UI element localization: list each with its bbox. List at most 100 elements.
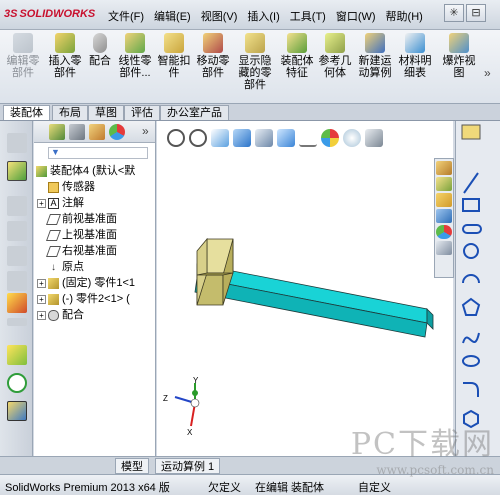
design-library-icon[interactable]	[436, 177, 452, 191]
exploded-view-button[interactable]: 爆炸视 图	[440, 33, 478, 79]
menu-window[interactable]: 窗口(W)	[336, 8, 376, 24]
expand-part2-icon[interactable]: +	[37, 294, 46, 304]
smart-dimension-icon[interactable]	[461, 124, 481, 140]
polygon-icon[interactable]	[461, 297, 481, 316]
tree-item-annotations[interactable]: + A 注解	[36, 195, 135, 211]
triad-z-label: Z	[163, 394, 168, 403]
command-manager: 编辑零 部件 插入零 部件 配合 线性零 部件... 智能扣 件 移动零 部件 …	[0, 30, 500, 104]
edit-component-icon	[13, 33, 33, 53]
tree-filter-input[interactable]: ▼	[48, 147, 148, 159]
triad-y-label: Y	[193, 376, 199, 385]
tab-office-products[interactable]: 办公室产品	[160, 105, 229, 120]
more-tabs-icon[interactable]: »	[142, 124, 149, 138]
menu-file[interactable]: 文件(F)	[108, 8, 144, 24]
mate-button[interactable]: 配合	[86, 33, 114, 67]
filter-icon: ▼	[51, 147, 60, 157]
configuration-manager-tab-icon[interactable]	[89, 124, 105, 140]
custom-properties-icon[interactable]	[436, 241, 452, 255]
curve-icon[interactable]	[7, 373, 27, 393]
circle-icon[interactable]	[463, 243, 479, 259]
graphics-area[interactable]: Y Z X	[157, 121, 453, 456]
move-component-icon	[203, 33, 223, 53]
fillet-icon[interactable]	[463, 382, 479, 397]
status-product: SolidWorks Premium 2013 x64 版	[5, 482, 170, 494]
tree-item-part1[interactable]: + (固定) 零件1<1	[36, 275, 135, 291]
appearance-tab-icon[interactable]	[109, 124, 125, 140]
tree-item-front-plane[interactable]: 前视基准面	[36, 211, 135, 227]
property-manager-tab-icon[interactable]	[69, 124, 85, 140]
feature-icon[interactable]	[7, 345, 27, 365]
solidworks-logo[interactable]: 3S SOLIDWORKS	[4, 8, 95, 20]
assembly-features-button[interactable]: 装配体 特征	[279, 33, 315, 79]
arc-icon[interactable]	[462, 274, 480, 284]
expand-mates-icon[interactable]: +	[37, 310, 46, 320]
menu-view[interactable]: 视图(V)	[201, 8, 238, 24]
sketch-tools	[461, 124, 482, 429]
pin-icon[interactable]: ✳	[444, 4, 464, 22]
part-icon[interactable]	[7, 196, 27, 216]
show-hidden-components-button[interactable]: 显示隐 藏的零 部件	[236, 33, 274, 91]
ellipse-icon[interactable]	[462, 355, 480, 367]
line-icon[interactable]	[463, 172, 479, 194]
move-component-button[interactable]: 移动零 部件	[194, 33, 232, 79]
appearances-icon[interactable]	[436, 225, 452, 239]
new-icon[interactable]	[7, 133, 27, 153]
exploded-view-icon	[449, 33, 469, 53]
menu-insert[interactable]: 插入(I)	[247, 8, 279, 24]
tree-item-top-plane[interactable]: 上视基准面	[36, 227, 135, 243]
spline-icon[interactable]	[462, 332, 480, 344]
expand-part1-icon[interactable]: +	[37, 278, 46, 288]
pattern-icon[interactable]	[7, 318, 27, 326]
new-motion-study-button[interactable]: 新建运 动算例	[357, 33, 393, 79]
drawing-icon[interactable]	[7, 221, 27, 241]
sketch-toolbar	[455, 121, 500, 456]
tab-motion-study[interactable]: 运动算例 1	[155, 458, 221, 474]
tree-item-right-plane[interactable]: 右视基准面	[36, 243, 135, 259]
layout-icon[interactable]	[7, 246, 27, 266]
triad-x-label: X	[187, 428, 193, 437]
sensors-icon	[48, 181, 59, 193]
feature-manager: » ▼ 装配体4 (默认<默 传感器 + A 注解 前视基准面 上视基准面 右视基准…	[34, 121, 156, 456]
feature-tree-tab-icon[interactable]	[49, 124, 65, 140]
more-commands-icon[interactable]: »	[484, 66, 491, 80]
status-underdefined: 欠定义	[208, 482, 241, 494]
reference-geometry-button[interactable]: 参考几 何体	[317, 33, 353, 79]
motion-study-icon	[365, 33, 385, 53]
tree-item-origin[interactable]: ↓ 原点	[36, 259, 135, 275]
smart-fasteners-button[interactable]: 智能扣 件	[156, 33, 192, 79]
show-hidden-icon	[245, 33, 265, 53]
view-palette-icon[interactable]	[436, 209, 452, 223]
tree-item-part2[interactable]: + (-) 零件2<1> (	[36, 291, 135, 307]
restore-icon[interactable]: ⊟	[466, 4, 486, 22]
bom-icon	[405, 33, 425, 53]
status-custom[interactable]: 自定义	[358, 479, 391, 495]
sketch-icon[interactable]	[7, 271, 27, 291]
tab-model[interactable]: 模型	[115, 458, 149, 474]
tree-item-sensors[interactable]: 传感器	[36, 179, 135, 195]
assembly-icon[interactable]	[7, 161, 27, 181]
edit-component-button[interactable]: 编辑零 部件	[4, 33, 42, 79]
tree-item-mates[interactable]: + 配合	[36, 307, 135, 323]
plane-icon	[45, 229, 62, 241]
plane-icon	[45, 213, 62, 225]
slot-icon[interactable]	[462, 224, 482, 234]
rectangle-icon[interactable]	[462, 198, 480, 212]
tab-layout[interactable]: 布局	[52, 105, 88, 120]
menu-edit[interactable]: 编辑(E)	[154, 8, 191, 24]
bill-of-materials-button[interactable]: 材料明 细表	[397, 33, 433, 79]
expand-annotations-icon[interactable]: +	[37, 198, 46, 208]
menu-tools[interactable]: 工具(T)	[290, 8, 326, 24]
menu-help[interactable]: 帮助(H)	[386, 8, 423, 24]
evaluate-icon[interactable]	[7, 293, 27, 313]
model-canvas: Y Z X	[163, 237, 434, 437]
solidworks-resources-icon[interactable]	[436, 161, 452, 175]
linear-pattern-button[interactable]: 线性零 部件...	[116, 33, 154, 79]
tree-root[interactable]: 装配体4 (默认<默	[36, 163, 135, 179]
insert-component-button[interactable]: 插入零 部件	[46, 33, 84, 79]
tab-evaluate[interactable]: 评估	[124, 105, 160, 120]
file-explorer-icon[interactable]	[436, 193, 452, 207]
assembly-icon	[36, 165, 47, 177]
tab-sketch[interactable]: 草图	[88, 105, 124, 120]
measure-icon[interactable]	[7, 401, 27, 421]
tab-assembly[interactable]: 装配体	[3, 105, 50, 120]
